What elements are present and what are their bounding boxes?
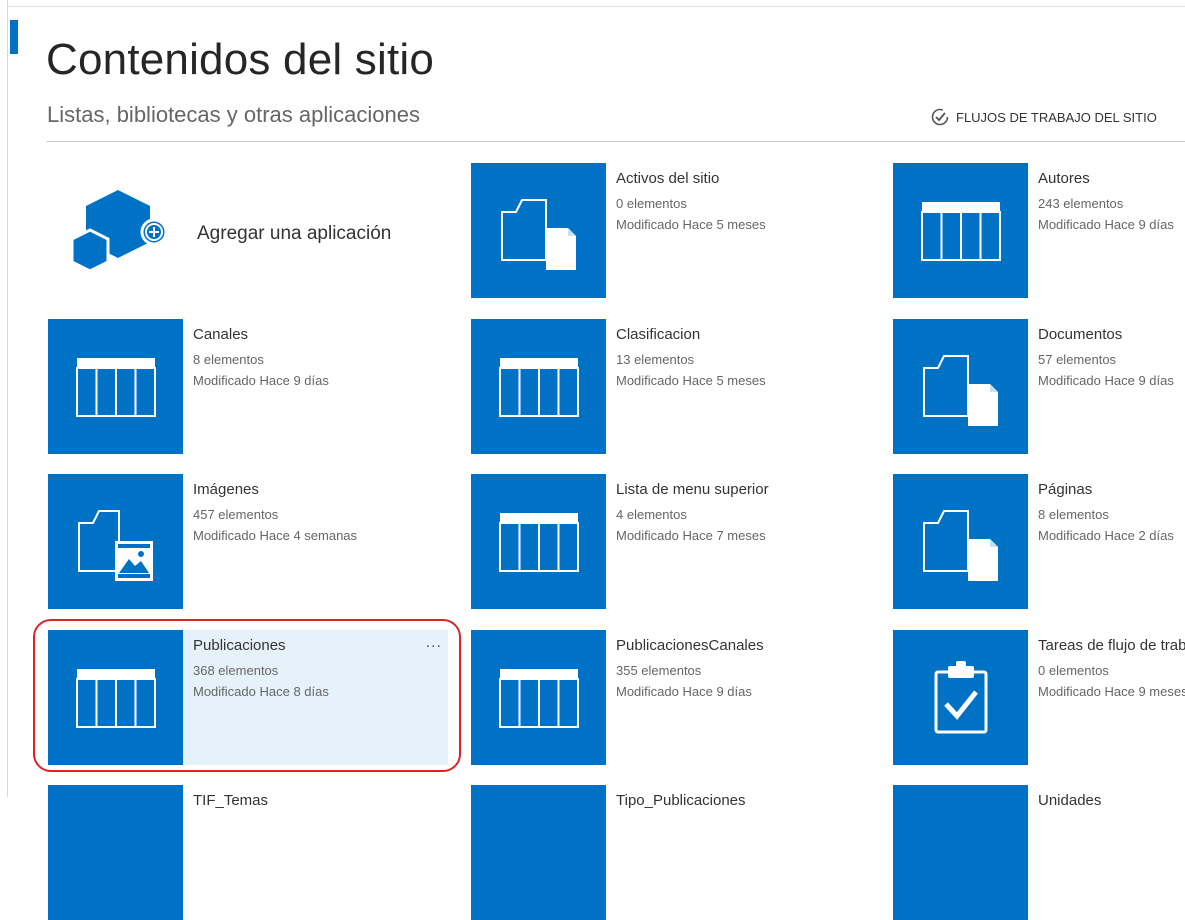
tile-icon-box — [893, 319, 1028, 454]
list-icon — [498, 357, 579, 417]
app-tile-canales[interactable]: Canales 8 elementos Modificado Hace 9 dí… — [48, 319, 453, 454]
section-subtitle: Listas, bibliotecas y otras aplicaciones — [47, 102, 420, 127]
tile-count: 13 elementos — [616, 352, 695, 367]
tile-name: Canales — [193, 326, 249, 343]
tile-count: 368 elementos — [193, 663, 279, 678]
tile-name: Imágenes — [193, 481, 259, 498]
app-tile-documentos[interactable]: Documentos 57 elementos Modificado Hace … — [893, 319, 1185, 454]
tile-count: 0 elementos — [616, 196, 687, 211]
tile-modified: Modificado Hace 9 días — [193, 373, 329, 388]
app-tile-paginas[interactable]: Páginas 8 elementos Modificado Hace 2 dí… — [893, 474, 1185, 609]
tile-name: Activos del sitio — [616, 170, 720, 187]
tile-modified: Modificado Hace 5 meses — [616, 373, 766, 388]
library-icon — [500, 198, 576, 270]
tile-count: 57 elementos — [1038, 352, 1117, 367]
app-tile-publicaciones[interactable]: Publicaciones 368 elementos Modificado H… — [48, 630, 448, 765]
tile-modified: Modificado Hace 2 días — [1038, 528, 1174, 543]
app-tile-lista-de-menu-superior[interactable]: Lista de menu superior 4 elementos Modif… — [471, 474, 876, 609]
app-tile-tareas-de-flujo-de-trabajo[interactable]: Tareas de flujo de trabajo 0 elementos M… — [893, 630, 1185, 765]
tile-count: 0 elementos — [1038, 663, 1109, 678]
tile-icon-box — [471, 319, 606, 454]
tile-count: 355 elementos — [616, 663, 702, 678]
tile-icon-box — [471, 474, 606, 609]
list-icon — [920, 201, 1001, 261]
app-tile-activos-del-sitio[interactable]: Activos del sitio 0 elementos Modificado… — [471, 163, 876, 298]
tile-count: 4 elementos — [616, 507, 687, 522]
tile-icon-box — [471, 630, 606, 765]
tile-name: Tareas de flujo de trabajo — [1038, 637, 1185, 654]
tile-name: Publicaciones — [193, 637, 286, 654]
app-tile-autores[interactable]: Autores 243 elementos Modificado Hace 9 … — [893, 163, 1185, 298]
tile-icon-box — [48, 630, 183, 765]
tile-icon-box — [471, 785, 606, 920]
tile-count: 8 elementos — [193, 352, 264, 367]
app-tile-clasificacion[interactable]: Clasificacion 13 elementos Modificado Ha… — [471, 319, 876, 454]
add-app-label: Agregar una aplicación — [197, 223, 392, 244]
tile-icon-box — [48, 474, 183, 609]
tile-icon-box — [893, 785, 1028, 920]
tile-name: Clasificacion — [616, 326, 701, 343]
section-divider — [47, 141, 1185, 142]
list-icon — [498, 668, 579, 728]
image-library-icon — [77, 509, 153, 581]
more-options-button[interactable]: ... — [426, 634, 442, 652]
app-tile-unidades[interactable]: Unidades — [893, 785, 1185, 920]
tile-modified: Modificado Hace 5 meses — [616, 217, 766, 232]
library-icon — [922, 509, 998, 581]
tile-name: Lista de menu superior — [616, 481, 769, 498]
app-tile-tipo-publicaciones[interactable]: Tipo_Publicaciones — [471, 785, 876, 920]
workflow-check-icon — [931, 108, 949, 126]
app-tile-publicacionescanales[interactable]: PublicacionesCanales 355 elementos Modif… — [471, 630, 876, 765]
tile-name: Documentos — [1038, 326, 1123, 343]
tile-count: 243 elementos — [1038, 196, 1124, 211]
tile-count: 457 elementos — [193, 507, 279, 522]
list-icon — [75, 357, 156, 417]
add-app-tile[interactable]: Agregar una aplicación — [70, 186, 450, 281]
tile-icon-box — [893, 474, 1028, 609]
tile-icon-box — [471, 163, 606, 298]
site-workflows-link[interactable]: FLUJOS DE TRABAJO DEL SITIO — [930, 107, 1157, 127]
page-title: Contenidos del sitio — [46, 35, 435, 85]
tile-icon-box — [893, 630, 1028, 765]
tile-modified: Modificado Hace 9 días — [616, 684, 752, 699]
frame-left-border — [7, 0, 8, 797]
frame-top-border — [7, 6, 1185, 7]
tile-count: 8 elementos — [1038, 507, 1109, 522]
tile-name: PublicacionesCanales — [616, 637, 764, 654]
list-icon — [498, 512, 579, 572]
tile-modified: Modificado Hace 7 meses — [616, 528, 766, 543]
tile-modified: Modificado Hace 9 meses — [1038, 684, 1185, 699]
app-tile-tif-temas[interactable]: TIF_Temas — [48, 785, 453, 920]
tile-name: Unidades — [1038, 792, 1102, 809]
task-icon — [934, 660, 987, 733]
tile-name: Tipo_Publicaciones — [616, 792, 746, 809]
tile-name: Páginas — [1038, 481, 1093, 498]
tile-modified: Modificado Hace 9 días — [1038, 373, 1174, 388]
tile-icon-box — [893, 163, 1028, 298]
add-app-icon — [70, 190, 168, 273]
site-workflows-label: FLUJOS DE TRABAJO DEL SITIO — [956, 109, 1157, 125]
title-accent-bar — [10, 20, 18, 54]
tile-modified: Modificado Hace 8 días — [193, 684, 329, 699]
list-icon — [75, 668, 156, 728]
tile-icon-box — [48, 319, 183, 454]
library-icon — [922, 354, 998, 426]
app-tile-imagenes[interactable]: Imágenes 457 elementos Modificado Hace 4… — [48, 474, 453, 609]
tile-icon-box — [48, 785, 183, 920]
tile-name: TIF_Temas — [193, 792, 269, 809]
tile-name: Autores — [1038, 170, 1090, 187]
tile-modified: Modificado Hace 9 días — [1038, 217, 1174, 232]
tile-modified: Modificado Hace 4 semanas — [193, 528, 358, 543]
